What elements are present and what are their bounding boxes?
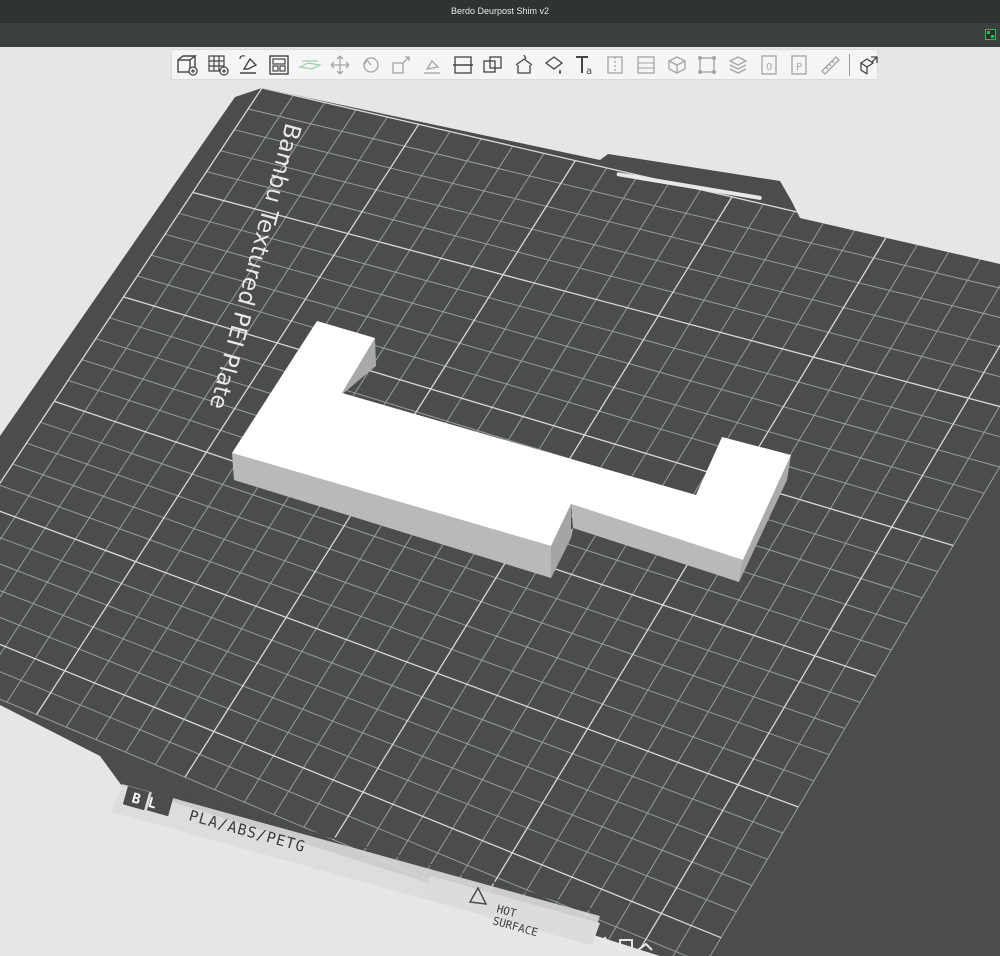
variable-layer-button[interactable]	[631, 50, 662, 79]
rotate-button[interactable]	[356, 50, 387, 79]
ruler-icon	[820, 55, 840, 75]
lay-on-face-button[interactable]	[417, 50, 448, 79]
slicer-status-icon[interactable]	[985, 29, 996, 40]
explode-button[interactable]	[854, 50, 885, 79]
3d-viewport[interactable]: Bambu Textured PEI Plate BL PLA/ABS/PETG…	[0, 80, 1000, 956]
seam-paint-button[interactable]	[600, 50, 631, 79]
text-shape-icon: a	[576, 55, 592, 77]
add-plate-button[interactable]	[203, 50, 234, 79]
split-objects-button[interactable]	[294, 50, 325, 79]
add-object-button[interactable]	[172, 50, 203, 79]
add-object-icon	[177, 54, 198, 76]
cut-icon	[452, 55, 473, 74]
lay-on-face-icon	[424, 59, 441, 74]
layers-icon	[728, 55, 748, 74]
plate-p-icon: P	[791, 54, 807, 75]
boolean-icon	[483, 55, 502, 73]
main-toolbar: a 0 P	[171, 49, 879, 80]
ruler-button[interactable]	[814, 50, 845, 79]
auto-orient-icon	[239, 54, 258, 74]
rotate-icon	[363, 56, 379, 73]
arrange-icon	[269, 54, 289, 75]
measure-icon	[668, 55, 686, 74]
scale-button[interactable]	[386, 50, 417, 79]
svg-text:a: a	[586, 66, 592, 77]
assembly-button[interactable]	[692, 50, 723, 79]
add-plate-icon	[208, 54, 229, 76]
viewport-canvas[interactable]: Bambu Textured PEI Plate BL PLA/ABS/PETG…	[0, 80, 1000, 956]
plate-zero-icon: 0	[760, 54, 777, 75]
assembly-icon	[698, 55, 717, 74]
svg-text:0: 0	[766, 62, 772, 73]
variable-layer-icon	[637, 55, 655, 74]
plate-zero-button[interactable]: 0	[753, 50, 784, 79]
toolbar-separator	[849, 53, 851, 76]
menu-bar	[0, 22, 1000, 47]
split-objects-icon	[297, 59, 322, 70]
scale-icon	[392, 55, 411, 74]
svg-text:P: P	[796, 62, 802, 73]
boolean-button[interactable]	[478, 50, 509, 79]
auto-orient-button[interactable]	[233, 50, 264, 79]
color-paint-icon	[545, 55, 564, 74]
support-paint-icon	[515, 54, 533, 74]
window-titlebar: Berdo Deurpost Shim v2	[0, 0, 1000, 22]
cut-button[interactable]	[447, 50, 478, 79]
explode-icon	[860, 55, 879, 75]
measure-button[interactable]	[662, 50, 693, 79]
layers-button[interactable]	[723, 50, 754, 79]
move-icon	[330, 55, 350, 74]
color-paint-button[interactable]	[539, 50, 570, 79]
arrange-button[interactable]	[264, 50, 295, 79]
support-paint-button[interactable]	[509, 50, 540, 79]
plate-p-button[interactable]: P	[784, 50, 815, 79]
window-title: Berdo Deurpost Shim v2	[450, 6, 550, 16]
seam-paint-icon	[606, 55, 623, 74]
text-shape-button[interactable]: a	[570, 50, 601, 79]
move-button[interactable]	[325, 50, 356, 79]
